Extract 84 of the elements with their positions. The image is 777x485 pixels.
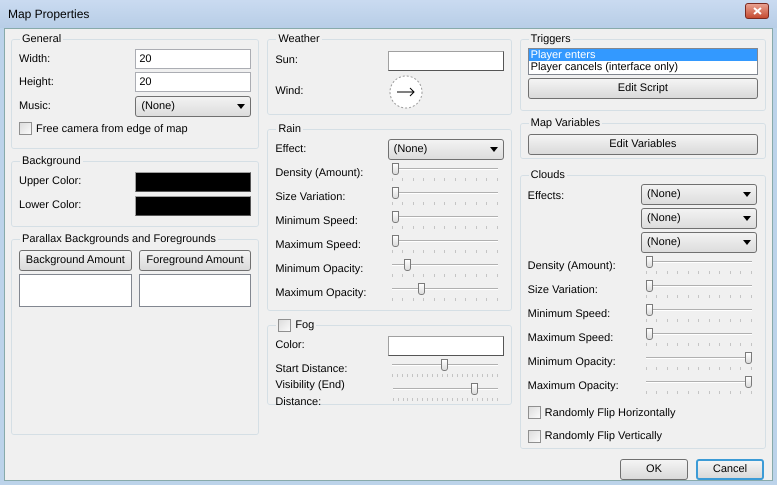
- slider-label: Maximum Speed:: [275, 238, 361, 254]
- field-label: Lower Color:: [19, 198, 82, 214]
- button[interactable]: Edit Variables: [528, 134, 758, 154]
- field-label: Upper Color:: [19, 174, 82, 190]
- slider-label: Maximum Opacity:: [275, 286, 366, 302]
- button[interactable]: Background Amount: [19, 250, 132, 270]
- checkbox[interactable]: [528, 430, 541, 443]
- checkbox[interactable]: [528, 406, 541, 420]
- slider-label: Density (Amount):: [528, 259, 616, 274]
- button[interactable]: Edit Script: [528, 78, 758, 98]
- dropdown[interactable]: (None): [135, 96, 252, 116]
- input-field[interactable]: 20: [135, 49, 252, 69]
- group-title: Triggers: [530, 33, 571, 45]
- slider-label: Minimum Speed:: [528, 307, 610, 322]
- dropdown-arrow-icon: [490, 147, 498, 152]
- slider-thumb[interactable]: [646, 304, 653, 316]
- color-swatch[interactable]: [388, 336, 504, 356]
- slider-thumb[interactable]: [392, 162, 399, 174]
- color-swatch[interactable]: [135, 172, 252, 192]
- checkbox[interactable]: [19, 122, 32, 136]
- slider-thumb[interactable]: [441, 358, 448, 370]
- slider-thumb[interactable]: [392, 210, 399, 222]
- dropdown[interactable]: (None): [388, 139, 504, 160]
- group-title: Parallax Backgrounds and Foregrounds: [22, 233, 216, 245]
- slider-label: Minimum Opacity:: [528, 355, 616, 370]
- field-label: Music:: [19, 98, 51, 114]
- field-label: Color:: [275, 338, 305, 354]
- slider-thumb[interactable]: [744, 376, 752, 388]
- list-box[interactable]: [19, 274, 132, 306]
- slider-thumb[interactable]: [646, 280, 653, 292]
- button[interactable]: Foreground Amount: [138, 250, 252, 270]
- list-box[interactable]: [138, 274, 252, 306]
- close-button[interactable]: [745, 3, 769, 19]
- checkbox-label: Free camera from edge of map: [36, 122, 188, 136]
- button[interactable]: Cancel: [696, 459, 764, 480]
- slider-thumb[interactable]: [744, 352, 752, 364]
- slider-thumb[interactable]: [392, 186, 399, 198]
- slider-label: Maximum Opacity:: [528, 379, 619, 394]
- list-box[interactable]: Player enters Player cancels (interface only): [528, 48, 758, 74]
- group-title: Rain: [278, 123, 301, 135]
- button[interactable]: OK: [620, 459, 688, 480]
- field-label: Width:: [19, 52, 50, 67]
- dropdown-arrow-icon: [742, 216, 751, 220]
- group-title: Weather: [278, 33, 320, 45]
- group-title: Background: [22, 155, 81, 167]
- group-title: Map Variables: [530, 117, 600, 129]
- slider-label: Minimum Opacity:: [275, 262, 364, 278]
- checkbox-label: Randomly Flip Horizontally: [544, 406, 676, 420]
- field-label: Effect:: [275, 142, 306, 158]
- slider-thumb[interactable]: [471, 382, 478, 394]
- dropdown-arrow-icon: [742, 192, 751, 196]
- slider-label: Start Distance:: [275, 362, 348, 378]
- dropdown-arrow-icon: [742, 240, 751, 244]
- group-title: Fog: [295, 318, 314, 333]
- window-title: Map Properties: [8, 6, 90, 23]
- close-icon: [752, 7, 762, 15]
- dropdown[interactable]: (None): [640, 232, 757, 252]
- checkbox-label: Randomly Flip Vertically: [544, 429, 662, 444]
- slider-thumb[interactable]: [646, 328, 653, 340]
- dropdown-arrow-icon: [237, 104, 246, 108]
- group-title: General: [22, 33, 62, 45]
- field-label: Effects:: [528, 188, 564, 204]
- slider-thumb[interactable]: [392, 234, 399, 246]
- group-title: Clouds: [530, 169, 565, 181]
- slider-label: Maximum Speed:: [528, 331, 614, 346]
- color-swatch[interactable]: [388, 50, 504, 70]
- slider-label: Visibility (End) Distance:: [275, 378, 346, 410]
- slider-label: Minimum Speed:: [275, 214, 358, 230]
- slider-label: Size Variation:: [528, 283, 598, 298]
- dropdown[interactable]: (None): [640, 184, 757, 204]
- wind-dial-icon: [388, 74, 423, 108]
- field-label: Wind:: [275, 84, 304, 100]
- field-label: Sun:: [275, 53, 298, 68]
- slider-thumb[interactable]: [404, 258, 411, 270]
- list-item[interactable]: Player cancels (interface only): [528, 60, 757, 72]
- slider-label: Density (Amount):: [275, 166, 364, 182]
- input-field[interactable]: 20: [135, 72, 252, 92]
- slider-thumb[interactable]: [646, 256, 653, 268]
- field-label: Height:: [19, 74, 54, 90]
- checkbox[interactable]: [278, 318, 292, 332]
- slider-label: Size Variation:: [275, 190, 346, 206]
- slider-thumb[interactable]: [418, 282, 426, 294]
- dropdown[interactable]: (None): [640, 208, 757, 228]
- color-swatch[interactable]: [135, 196, 252, 216]
